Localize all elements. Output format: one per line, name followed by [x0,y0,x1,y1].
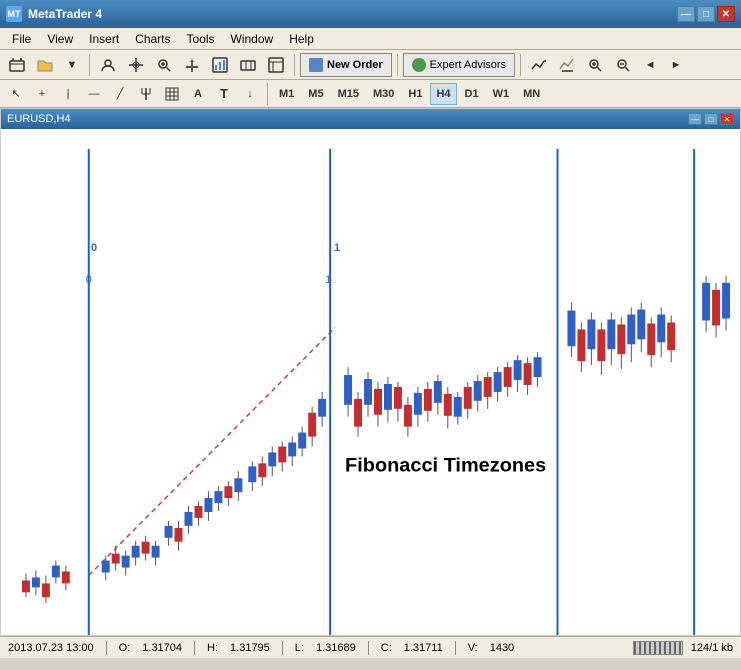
tool-arrow-down[interactable]: ↓ [238,82,262,106]
toolbar-dropdown[interactable]: ▼ [60,53,84,77]
tf-h4[interactable]: H4 [430,83,456,105]
status-sep-4 [368,641,369,655]
toolbar-period-sep[interactable] [235,53,261,77]
minimize-button[interactable]: — [677,6,695,22]
tf-w1[interactable]: W1 [487,83,516,105]
tf-m15[interactable]: M15 [332,83,365,105]
separator-4 [520,54,521,76]
tf-d1[interactable]: D1 [459,83,485,105]
status-chart-icon [633,641,683,655]
chart-title-bar: EURUSD,H4 — □ ✕ [1,109,740,129]
new-order-icon [309,58,323,72]
chart-minimize[interactable]: — [688,113,702,125]
sep-tf [267,83,268,105]
status-right: 124/1 kb [633,641,733,655]
toolbar-scroll-left[interactable]: ◄ [638,53,662,77]
toolbar-zoom-in[interactable] [151,53,177,77]
status-bar: 2013.07.23 13:00 O: 1.31704 H: 1.31795 L… [0,636,741,658]
tool-text-a[interactable]: A [186,82,210,106]
tool-cross[interactable]: + [30,82,54,106]
svg-text:Fibonacci Timezones: Fibonacci Timezones [345,454,546,476]
menu-help[interactable]: Help [281,30,322,48]
tf-m5[interactable]: M5 [302,83,329,105]
status-low-label: L: [295,642,304,654]
chart-window-controls: — □ ✕ [688,113,734,125]
window-controls: — □ ✕ [677,6,735,22]
chart-maximize[interactable]: □ [704,113,718,125]
menu-insert[interactable]: Insert [81,30,127,48]
status-sep-5 [455,641,456,655]
menu-bar: File View Insert Charts Tools Window Hel… [0,28,741,50]
ea-label: Expert Advisors [430,59,506,71]
separator-1 [89,54,90,76]
chart-svg: 0 1 [1,129,740,635]
toolbar-crosshair[interactable] [123,53,149,77]
menu-view[interactable]: View [39,30,81,48]
close-button[interactable]: ✕ [717,6,735,22]
tf-m30[interactable]: M30 [367,83,400,105]
window-title: MetaTrader 4 [28,7,677,21]
tool-vline[interactable]: | [56,82,80,106]
toolbar-drawing: ↖ + | — ╱ A T ↓ M1 M5 M15 M30 H1 H4 D1 W… [0,80,741,108]
status-low-value: 1.31689 [316,642,356,654]
toolbar-tpl[interactable] [263,53,289,77]
app-icon: MT [6,6,22,22]
status-high-value: 1.31795 [230,642,270,654]
status-volume-value: 1430 [490,642,514,654]
status-volume-label: V: [468,642,478,654]
fib-number-1: 1 [334,242,340,254]
status-close-label: C: [381,642,392,654]
status-close-value: 1.31711 [404,642,443,654]
tool-text-t[interactable]: T [212,82,236,106]
status-size: 124/1 kb [691,642,733,654]
toolbar-open[interactable] [32,53,58,77]
title-bar: MT MetaTrader 4 — □ ✕ [0,0,741,28]
toolbar-chart-prop[interactable] [207,53,233,77]
menu-file[interactable]: File [4,30,39,48]
toolbar-zoom-out[interactable] [610,53,636,77]
tool-hline[interactable]: — [82,82,106,106]
menu-window[interactable]: Window [223,30,282,48]
tool-pitchfork[interactable] [134,82,158,106]
toolbar-indicators[interactable] [526,53,552,77]
status-high-label: H: [207,642,218,654]
toolbar-profiles[interactable] [95,53,121,77]
maximize-button[interactable]: □ [697,6,715,22]
menu-tools[interactable]: Tools [179,30,223,48]
tool-grid[interactable] [160,82,184,106]
new-order-label: New Order [327,59,383,71]
toolbar-zoom-in2[interactable] [582,53,608,77]
expert-advisors-button[interactable]: Expert Advisors [403,53,515,77]
toolbar-main: ▼ New Order Expert Advisors ◄ ► [0,50,741,80]
tool-arrow[interactable]: ↖ [4,82,28,106]
toolbar-scroll-right[interactable]: ► [664,53,688,77]
new-order-button[interactable]: New Order [300,53,392,77]
status-datetime: 2013.07.23 13:00 [8,642,94,654]
status-open-value: 1.31704 [142,642,182,654]
tf-m1[interactable]: M1 [273,83,300,105]
menu-charts[interactable]: Charts [127,30,178,48]
chart-title: EURUSD,H4 [7,113,71,125]
toolbar-new-chart[interactable] [4,53,30,77]
status-sep-2 [194,641,195,655]
separator-3 [397,54,398,76]
ea-icon [412,58,426,72]
tf-mn[interactable]: MN [517,83,546,105]
toolbar-pan[interactable] [179,53,205,77]
tf-h1[interactable]: H1 [402,83,428,105]
chart-area[interactable]: EURUSD,H4 — □ ✕ 0 1 [0,108,741,636]
chart-close[interactable]: ✕ [720,113,734,125]
status-open-label: O: [119,642,131,654]
tool-line[interactable]: ╱ [108,82,132,106]
separator-2 [294,54,295,76]
status-sep-3 [282,641,283,655]
fib-number-0: 0 [91,242,97,254]
toolbar-zoom-chart[interactable] [554,53,580,77]
status-sep-1 [106,641,107,655]
